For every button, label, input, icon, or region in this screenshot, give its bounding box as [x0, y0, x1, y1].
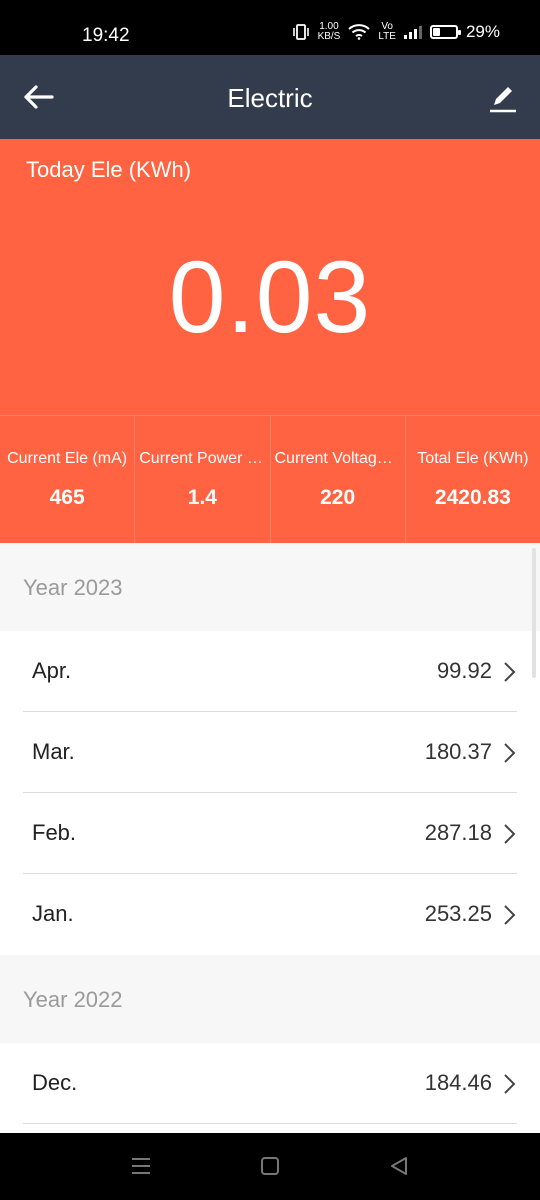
- stat-current-power: Current Power (… 1.4: [135, 415, 271, 543]
- wifi-icon: [348, 24, 371, 40]
- app-header: Electric: [0, 55, 540, 139]
- month-label: Dec.: [32, 1070, 78, 1095]
- month-value: 99.92: [436, 658, 492, 683]
- stat-total-ele: Total Ele (KWh) 2420.83: [405, 415, 540, 543]
- month-value: 287.18: [424, 820, 492, 845]
- volte-indicator: Vo LTE: [378, 22, 396, 42]
- month-value: 184.46: [424, 1070, 492, 1095]
- today-energy-panel: Today Ele (KWh) 0.03 Current Ele (mA) 46…: [0, 139, 540, 543]
- chevron-right-icon: [504, 824, 516, 844]
- stat-label: Current Ele (mA): [7, 450, 128, 467]
- month-label: Feb.: [32, 820, 77, 845]
- home-icon[interactable]: [258, 1156, 282, 1176]
- list-item-apr[interactable]: Apr. 99.92: [0, 631, 540, 712]
- page-title: Electric: [227, 83, 313, 113]
- stat-value: 1.4: [187, 486, 217, 509]
- year-header: Year 2022: [0, 955, 540, 1043]
- battery-icon: [429, 25, 461, 39]
- stat-current-voltage: Current Voltage… 220: [270, 415, 406, 543]
- status-bar: 19:42 1.00 KB/S Vo LTE 29%: [0, 0, 540, 55]
- month-label: Jan.: [32, 901, 74, 926]
- stat-value: 220: [320, 486, 356, 509]
- chevron-right-icon: [504, 743, 516, 763]
- status-time: 19:42: [82, 25, 130, 46]
- scrollbar[interactable]: [532, 548, 536, 678]
- battery-percent: 29%: [465, 22, 500, 41]
- stat-label: Total Ele (KWh): [417, 450, 529, 467]
- list-item-feb[interactable]: Feb. 287.18: [0, 793, 540, 874]
- list-item-dec[interactable]: Dec. 184.46: [0, 1043, 540, 1124]
- pencil-icon[interactable]: [488, 83, 518, 113]
- today-energy-label: Today Ele (KWh): [26, 157, 192, 182]
- status-icons: 1.00 KB/S Vo LTE 29%: [292, 22, 500, 42]
- monthly-energy-list[interactable]: Year 2023 Apr. 99.92 Mar. 180.37 Feb. 28…: [0, 543, 540, 1133]
- net-speed: 1.00 KB/S: [318, 22, 341, 42]
- year-label: Year 2022: [23, 987, 123, 1012]
- list-item-mar[interactable]: Mar. 180.37: [0, 712, 540, 793]
- vibrate-icon: [292, 24, 309, 40]
- month-label: Apr.: [32, 658, 72, 683]
- list-item-partial[interactable]: [0, 1124, 540, 1133]
- stat-label: Current Power (…: [139, 450, 266, 467]
- stat-current-ele: Current Ele (mA) 465: [0, 415, 136, 543]
- list-item-jan[interactable]: Jan. 253.25: [0, 874, 540, 955]
- chevron-right-icon: [504, 662, 516, 682]
- month-label: Mar.: [32, 739, 75, 764]
- stat-value: 2420.83: [434, 486, 511, 509]
- year-label: Year 2023: [23, 575, 123, 600]
- back-nav-icon[interactable]: [387, 1156, 411, 1176]
- month-value: 180.37: [424, 739, 492, 764]
- net-speed-unit: KB/S: [317, 31, 341, 42]
- signal-icon: [403, 25, 422, 39]
- year-header: Year 2023: [0, 543, 540, 631]
- stats-row: Current Ele (mA) 465 Current Power (… 1.…: [0, 415, 540, 543]
- chevron-right-icon: [504, 1074, 516, 1094]
- chevron-right-icon: [504, 905, 516, 925]
- today-energy-value: 0.03: [168, 240, 372, 354]
- system-nav-bar: [0, 1133, 540, 1200]
- stat-label: Current Voltage…: [274, 450, 401, 467]
- volte-bottom: LTE: [378, 31, 396, 42]
- stat-value: 465: [49, 486, 85, 509]
- recents-icon[interactable]: [129, 1156, 153, 1176]
- month-value: 253.25: [424, 901, 492, 926]
